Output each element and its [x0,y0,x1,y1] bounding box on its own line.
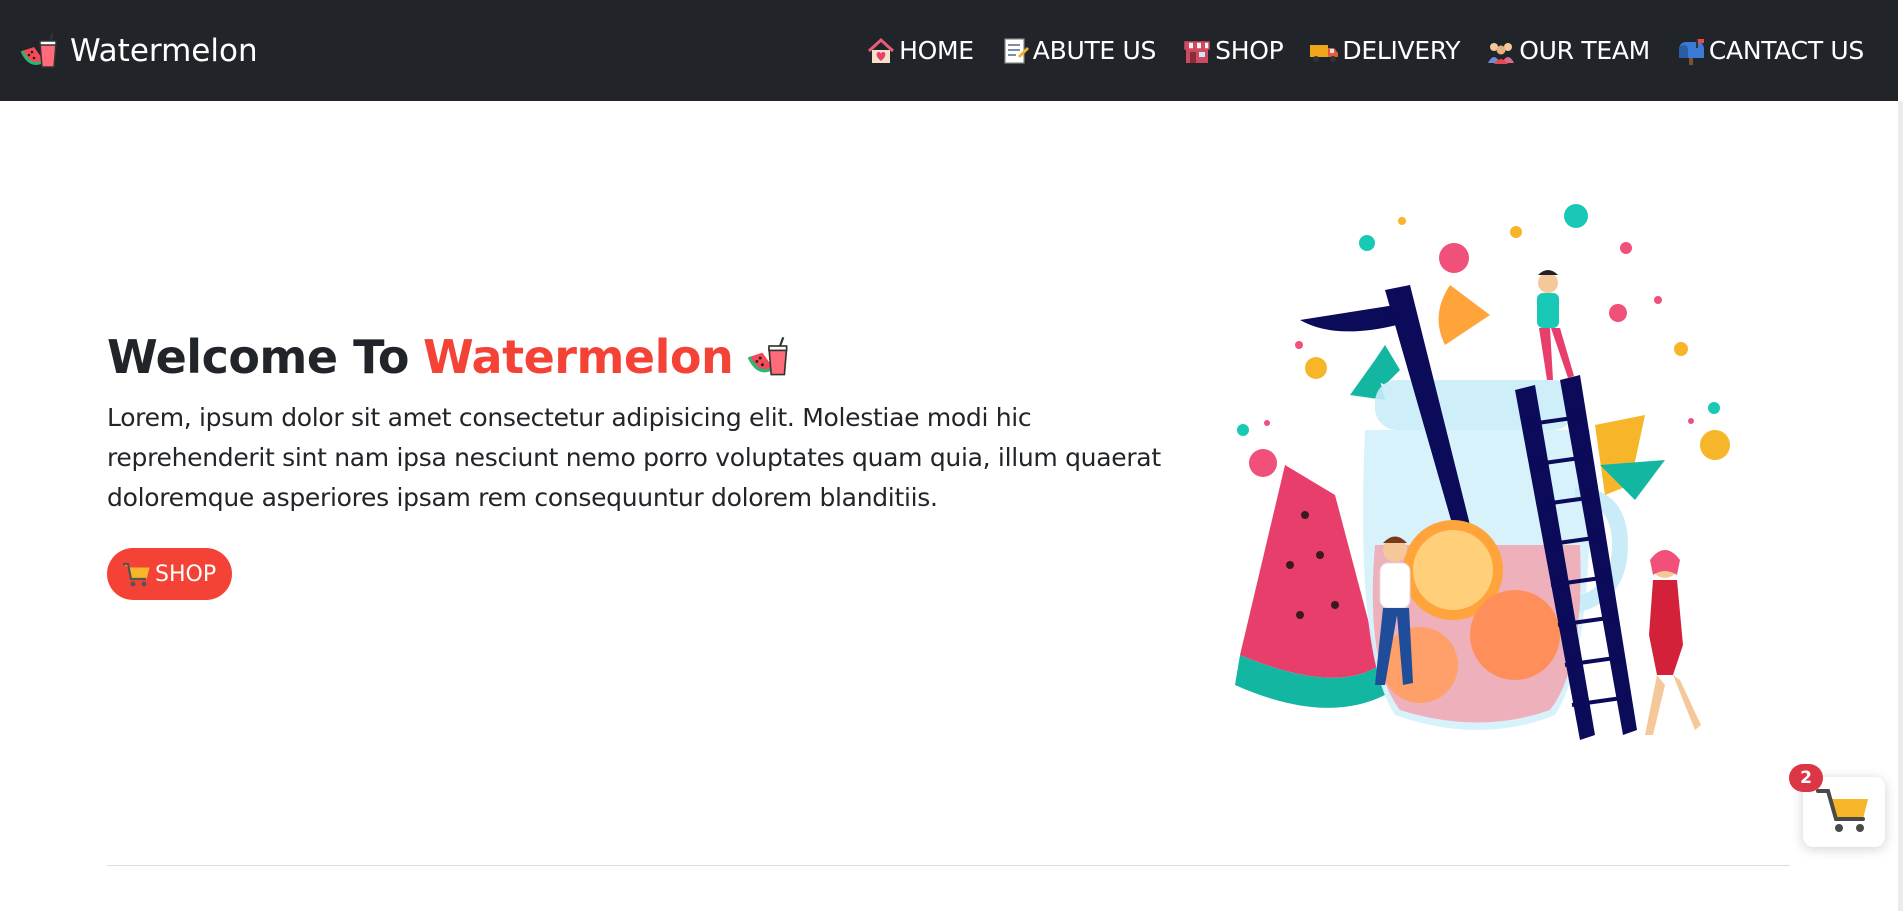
nav-item-home[interactable]: HOME [866,36,974,66]
nav-item-delivery[interactable]: DELIVERY [1309,36,1461,66]
store-icon [1182,36,1212,66]
hero-title-accent: Watermelon [422,330,734,384]
nav-label: SHOP [1215,36,1284,65]
shopping-cart-icon [1816,785,1872,839]
nav-label: HOME [899,36,974,65]
house-icon [866,36,896,66]
lemonade-jar-illustration [1225,195,1765,755]
hero-title: Welcome To Watermelon [107,330,1177,384]
watermelon-drink-icon [747,335,791,379]
floating-cart-button[interactable]: 2 [1789,764,1885,847]
hero-section: Welcome To Watermelon Lorem, ipsum dolor… [107,330,1177,600]
nav-item-about[interactable]: ABUTE US [1000,36,1156,66]
watermelon-drink-icon [20,31,60,71]
nav-item-shop[interactable]: SHOP [1182,36,1284,66]
shop-button[interactable]: SHOP [107,548,233,600]
nav-label: CANTACT US [1708,36,1864,65]
brand-logo[interactable]: Watermelon [20,31,258,71]
nav-label: ABUTE US [1032,36,1157,65]
brand-name: Watermelon [70,32,258,69]
shopping-cart-icon [121,559,151,589]
hero-description: Lorem, ipsum dolor sit amet consectetur … [107,403,1161,512]
delivery-truck-icon [1309,36,1339,66]
cart-count-badge: 2 [1789,764,1823,792]
nav-menu: HOME ABUTE US SHOP DELIVERY OUR TEAM CAN… [866,36,1864,66]
hero-title-prefix: Welcome To [107,330,409,384]
nav-label: DELIVERY [1342,36,1461,65]
nav-item-our-team[interactable]: OUR TEAM [1486,36,1650,66]
nav-label: OUR TEAM [1519,36,1650,65]
page-scrollbar[interactable] [1898,101,1903,911]
mailbox-icon [1676,36,1706,66]
shop-button-label: SHOP [155,561,217,587]
team-icon [1486,36,1516,66]
document-icon [1000,36,1030,66]
nav-item-contact[interactable]: CANTACT US [1676,36,1864,66]
navbar: Watermelon HOME ABUTE US SHOP DELIVERY O… [0,0,1898,101]
section-divider [107,865,1790,866]
